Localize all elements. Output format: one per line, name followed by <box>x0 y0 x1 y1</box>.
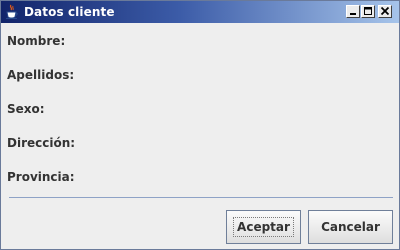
close-button[interactable] <box>378 5 392 18</box>
accept-button[interactable]: Aceptar <box>226 210 301 244</box>
label-nombre: Nombre: <box>7 34 66 48</box>
cancel-button[interactable]: Cancelar <box>308 210 393 244</box>
maximize-button[interactable] <box>361 5 375 18</box>
label-provincia: Provincia: <box>7 170 75 184</box>
java-cup-icon[interactable] <box>5 4 19 20</box>
minimize-button[interactable] <box>346 5 360 18</box>
label-sexo: Sexo: <box>7 102 45 116</box>
close-icon <box>380 6 390 16</box>
title-bar[interactable]: Datos cliente <box>1 1 399 23</box>
separator-line <box>9 197 393 198</box>
label-direccion: Dirección: <box>7 136 76 150</box>
maximize-icon <box>364 7 372 15</box>
label-apellidos: Apellidos: <box>7 68 75 82</box>
minimize-icon <box>350 13 356 15</box>
dialog-window: Datos cliente Nombre: Apellidos: Sexo: D… <box>0 0 400 250</box>
accept-button-label: Aceptar <box>233 217 294 237</box>
window-title: Datos cliente <box>24 5 115 19</box>
